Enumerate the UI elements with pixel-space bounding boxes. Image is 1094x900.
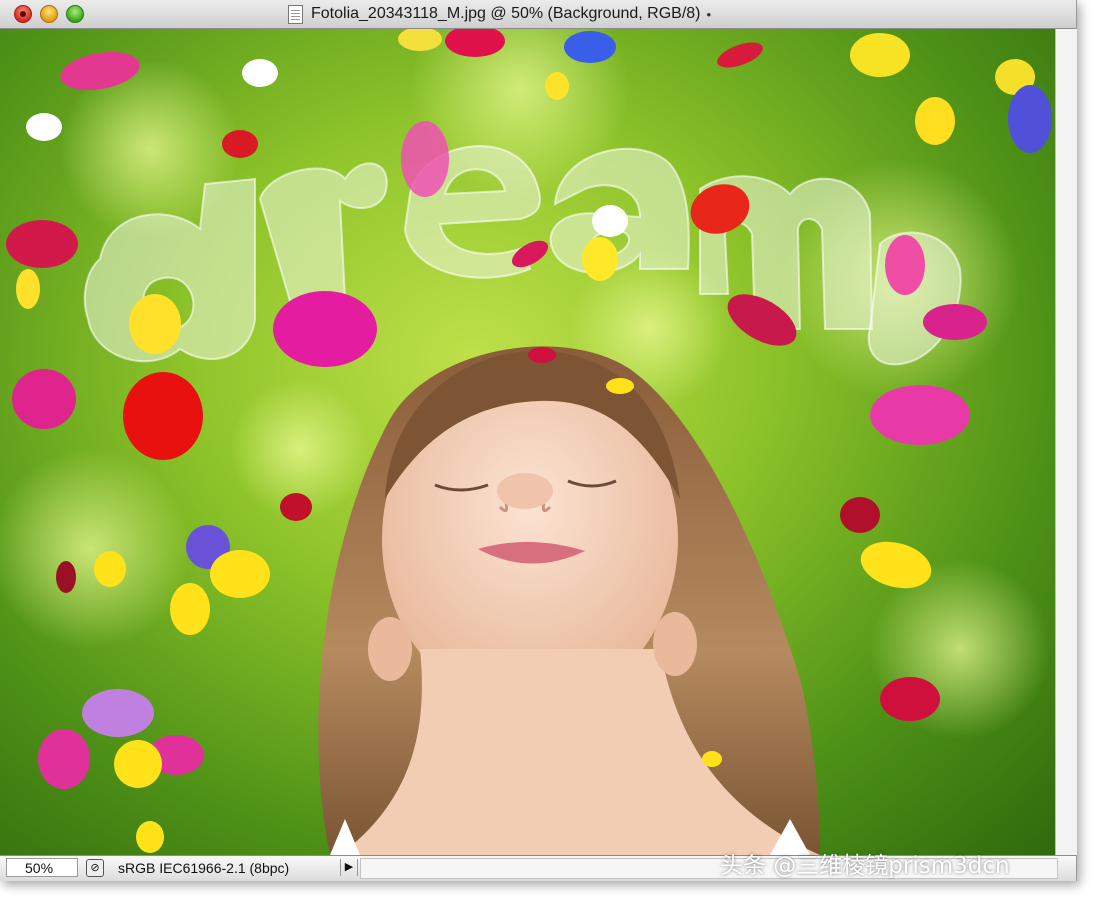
unsaved-indicator: • — [706, 6, 712, 22]
close-button[interactable] — [14, 5, 32, 23]
minimize-button[interactable] — [40, 5, 58, 23]
girl-photo — [318, 346, 820, 855]
window-title: Fotolia_20343118_M.jpg @ 50% (Background… — [311, 5, 701, 22]
window-title-group: Fotolia_20343118_M.jpg @ 50% (Background… — [288, 3, 711, 25]
document-profile: sRGB IEC61966-2.1 (8bpc) — [118, 860, 290, 876]
vertical-scrollbar[interactable] — [1055, 29, 1077, 855]
document-icon[interactable] — [288, 4, 303, 24]
zoom-button[interactable] — [66, 5, 84, 23]
image-canvas[interactable] — [0, 29, 1055, 855]
watermark: 头条 @三维棱镜prism3dcn — [720, 853, 1010, 879]
title-bar[interactable]: Fotolia_20343118_M.jpg @ 50% (Background… — [0, 0, 1076, 29]
play-triangle-icon[interactable]: ▶ — [340, 859, 358, 876]
canvas-artwork — [0, 29, 1052, 855]
document-window: Fotolia_20343118_M.jpg @ 50% (Background… — [0, 0, 1077, 881]
proof-icon[interactable]: ⊘ — [86, 859, 104, 877]
zoom-level-field[interactable]: 50% — [6, 858, 78, 877]
